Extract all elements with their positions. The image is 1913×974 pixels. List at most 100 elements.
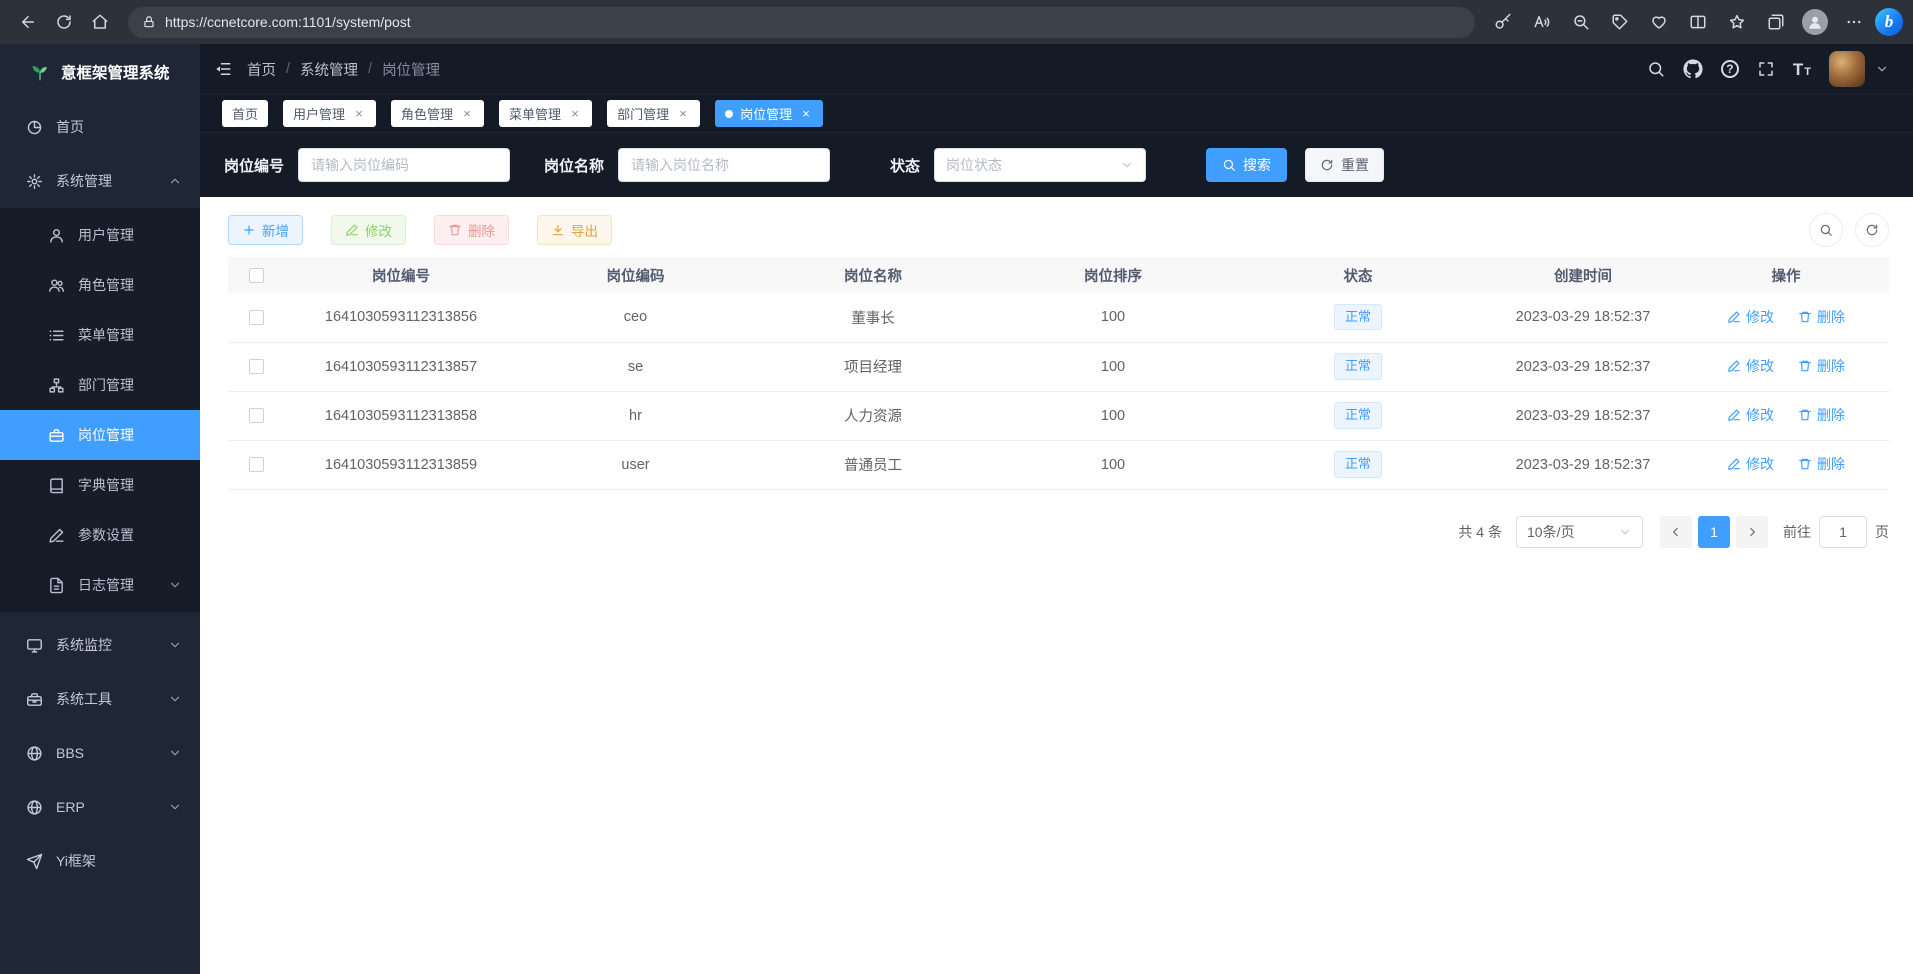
tab-home[interactable]: 首页 bbox=[222, 100, 268, 127]
status-badge: 正常 bbox=[1334, 353, 1382, 379]
password-key-icon[interactable] bbox=[1485, 4, 1521, 40]
next-page-button[interactable] bbox=[1736, 516, 1768, 548]
goto-page-input[interactable] bbox=[1819, 516, 1867, 548]
fullscreen-icon[interactable] bbox=[1757, 60, 1775, 78]
user-icon bbox=[48, 227, 65, 244]
close-icon[interactable]: × bbox=[352, 107, 366, 121]
sidebar-item-log-management[interactable]: 日志管理 bbox=[0, 560, 200, 610]
sidebar-collapse-button[interactable] bbox=[214, 60, 232, 78]
prev-page-button[interactable] bbox=[1660, 516, 1692, 548]
lock-icon bbox=[142, 15, 156, 29]
row-edit-link[interactable]: 修改 bbox=[1727, 307, 1774, 327]
close-icon[interactable]: × bbox=[799, 107, 813, 121]
row-delete-link[interactable]: 删除 bbox=[1798, 454, 1845, 474]
favorites-icon[interactable] bbox=[1719, 4, 1755, 40]
sidebar-item-menu-management[interactable]: 菜单管理 bbox=[0, 310, 200, 360]
edit-button[interactable]: 修改 bbox=[331, 215, 406, 245]
sidebar-item-bbs[interactable]: BBS bbox=[0, 726, 200, 780]
send-icon bbox=[26, 853, 43, 870]
split-screen-icon[interactable] bbox=[1680, 4, 1716, 40]
row-edit-link[interactable]: 修改 bbox=[1727, 356, 1774, 376]
reset-button[interactable]: 重置 bbox=[1305, 148, 1384, 182]
page-number-button[interactable]: 1 bbox=[1698, 516, 1730, 548]
collections-icon[interactable] bbox=[1758, 4, 1794, 40]
status-select[interactable]: 岗位状态 bbox=[934, 148, 1146, 182]
sidebar: 意框架管理系统 首页 系统管理 用户管理 角色管理 bbox=[0, 44, 200, 974]
status-label: 状态 bbox=[890, 155, 920, 176]
table-row: 1641030593112313858 hr 人力资源 100 正常 2023-… bbox=[228, 391, 1889, 440]
github-icon[interactable] bbox=[1683, 59, 1703, 79]
system-management-submenu: 用户管理 角色管理 菜单管理 部门管理 岗位管理 bbox=[0, 208, 200, 612]
cell-created: 2023-03-29 18:52:37 bbox=[1483, 440, 1683, 489]
close-icon[interactable]: × bbox=[568, 107, 582, 121]
sidebar-item-system-management[interactable]: 系统管理 bbox=[0, 154, 200, 208]
row-edit-link[interactable]: 修改 bbox=[1727, 405, 1774, 425]
refresh-table-button[interactable] bbox=[1855, 213, 1889, 247]
read-aloud-icon[interactable] bbox=[1524, 4, 1560, 40]
trash-icon bbox=[1798, 457, 1812, 471]
search-icon bbox=[1222, 158, 1236, 172]
toggle-search-button[interactable] bbox=[1809, 213, 1843, 247]
row-delete-link[interactable]: 删除 bbox=[1798, 405, 1845, 425]
breadcrumb-home[interactable]: 首页 bbox=[247, 59, 276, 80]
browser-profile-button[interactable] bbox=[1797, 4, 1833, 40]
tab-post-management[interactable]: 岗位管理 × bbox=[715, 100, 823, 127]
select-all-checkbox[interactable] bbox=[249, 268, 264, 283]
post-name-input[interactable] bbox=[618, 148, 830, 182]
coupons-icon[interactable] bbox=[1602, 4, 1638, 40]
breadcrumb-system[interactable]: 系统管理 bbox=[300, 59, 358, 80]
tab-menu-management[interactable]: 菜单管理 × bbox=[499, 100, 592, 127]
tab-role-management[interactable]: 角色管理 × bbox=[391, 100, 484, 127]
export-button[interactable]: 导出 bbox=[537, 215, 612, 245]
sidebar-item-system-tools[interactable]: 系统工具 bbox=[0, 672, 200, 726]
row-edit-link[interactable]: 修改 bbox=[1727, 454, 1774, 474]
sidebar-item-user-management[interactable]: 用户管理 bbox=[0, 210, 200, 260]
tab-user-management[interactable]: 用户管理 × bbox=[283, 100, 376, 127]
refresh-icon bbox=[1320, 158, 1334, 172]
sidebar-item-department-management[interactable]: 部门管理 bbox=[0, 360, 200, 410]
sidebar-item-system-monitoring[interactable]: 系统监控 bbox=[0, 618, 200, 672]
bing-chat-icon[interactable]: b bbox=[1875, 8, 1903, 36]
browser-back-button[interactable] bbox=[10, 4, 46, 40]
close-icon[interactable]: × bbox=[676, 107, 690, 121]
chevron-down-icon bbox=[168, 692, 182, 706]
row-checkbox[interactable] bbox=[249, 310, 264, 325]
search-icon[interactable] bbox=[1647, 60, 1665, 78]
search-button[interactable]: 搜索 bbox=[1206, 148, 1287, 182]
post-name-label: 岗位名称 bbox=[544, 155, 604, 176]
font-size-icon[interactable]: TT bbox=[1793, 61, 1811, 78]
filter-post-name: 岗位名称 bbox=[544, 148, 830, 182]
post-code-input[interactable] bbox=[298, 148, 510, 182]
sidebar-item-erp[interactable]: ERP bbox=[0, 780, 200, 834]
browser-home-button[interactable] bbox=[82, 4, 118, 40]
help-icon[interactable]: ? bbox=[1721, 60, 1739, 78]
browser-settings-menu-icon[interactable] bbox=[1836, 4, 1872, 40]
chevron-right-icon bbox=[1745, 525, 1759, 539]
add-button[interactable]: 新增 bbox=[228, 215, 303, 245]
page-size-select[interactable]: 10条/页 bbox=[1516, 516, 1643, 548]
sidebar-item-post-management[interactable]: 岗位管理 bbox=[0, 410, 200, 460]
user-avatar[interactable] bbox=[1829, 51, 1865, 87]
delete-button[interactable]: 删除 bbox=[434, 215, 509, 245]
post-code-label: 岗位编号 bbox=[224, 155, 284, 176]
row-delete-link[interactable]: 删除 bbox=[1798, 307, 1845, 327]
sidebar-item-role-management[interactable]: 角色管理 bbox=[0, 260, 200, 310]
close-icon[interactable]: × bbox=[460, 107, 474, 121]
address-bar[interactable]: https://ccnetcore.com:1101/system/post bbox=[128, 7, 1475, 38]
sidebar-item-yi-framework[interactable]: Yi框架 bbox=[0, 834, 200, 888]
row-checkbox[interactable] bbox=[249, 457, 264, 472]
browser-essentials-icon[interactable] bbox=[1641, 4, 1677, 40]
row-checkbox[interactable] bbox=[249, 359, 264, 374]
row-delete-link[interactable]: 删除 bbox=[1798, 356, 1845, 376]
tab-department-management[interactable]: 部门管理 × bbox=[607, 100, 700, 127]
sidebar-item-dictionary-management[interactable]: 字典管理 bbox=[0, 460, 200, 510]
row-checkbox[interactable] bbox=[249, 408, 264, 423]
sidebar-item-home[interactable]: 首页 bbox=[0, 100, 200, 154]
breadcrumb: 首页 / 系统管理 / 岗位管理 bbox=[247, 59, 440, 80]
sidebar-item-parameter-settings[interactable]: 参数设置 bbox=[0, 510, 200, 560]
globe-icon bbox=[26, 799, 43, 816]
browser-refresh-button[interactable] bbox=[46, 4, 82, 40]
cell-post-id: 1641030593112313859 bbox=[284, 440, 518, 489]
zoom-icon[interactable] bbox=[1563, 4, 1599, 40]
total-count: 共 4 条 bbox=[1458, 522, 1502, 542]
